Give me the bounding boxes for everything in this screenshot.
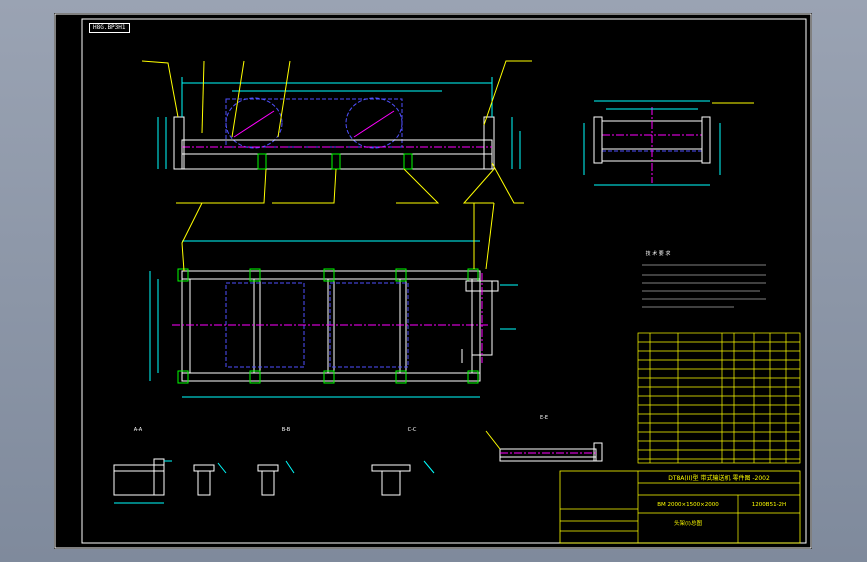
side-view: [583, 100, 754, 186]
end-section-view: [461, 273, 518, 363]
view-label-a: A-A: [134, 427, 143, 433]
front-view: [141, 60, 532, 204]
title-part-name: 头架(Ⅰ)总图: [674, 519, 702, 527]
view-label-c: C-C: [408, 427, 417, 433]
technical-notes: 技 术 要 求: [642, 250, 766, 308]
title-block: DT8A(II)型 带式输送机 零件图 -2002 BM 2000×1500×2…: [559, 470, 801, 544]
outer-frame: [54, 13, 812, 549]
drawing-tag: H8G.BP3H1: [89, 23, 130, 33]
drawing-sheet: 技 术 要 求 DT8A(II)型 带式输送机 零件图 -2002 BM 200…: [54, 13, 812, 549]
parts-list: [637, 332, 801, 464]
detail-sections: [113, 430, 603, 504]
inner-frame: [81, 18, 807, 544]
drum-hidden-1: [225, 282, 305, 368]
notes-heading: 技 术 要 求: [646, 250, 671, 257]
view-label-e: E-E: [540, 415, 548, 421]
drawing-svg: 技 术 要 求 DT8A(II)型 带式输送机 零件图 -2002 BM 200…: [54, 13, 812, 549]
title-spec: BM 2000×1500×2000: [657, 502, 719, 508]
title-main: DT8A(II)型 带式输送机 零件图 -2002: [668, 474, 770, 482]
plan-view: [149, 202, 495, 398]
view-label-b: B-B: [282, 427, 291, 433]
title-drawing-no: 1200B51-2H: [752, 502, 786, 508]
cad-viewport: 技 术 要 求 DT8A(II)型 带式输送机 零件图 -2002 BM 200…: [0, 0, 867, 562]
view-labels: A-A B-B C-C E-E: [134, 415, 548, 433]
